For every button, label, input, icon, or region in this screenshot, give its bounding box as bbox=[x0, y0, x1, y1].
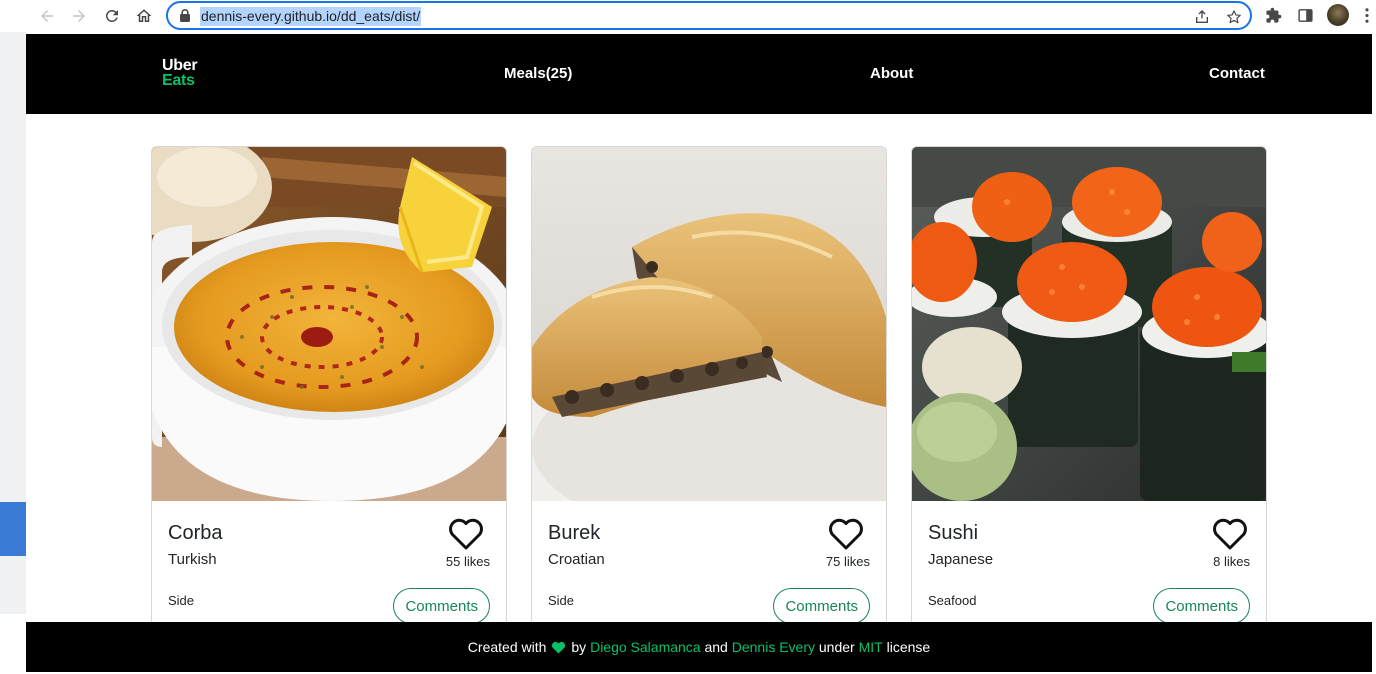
meal-origin: Croatian bbox=[548, 551, 605, 568]
home-icon[interactable] bbox=[132, 4, 156, 28]
comments-button[interactable]: Comments bbox=[1153, 588, 1250, 624]
address-bar[interactable]: dennis-every.github.io/dd_eats/dist/ bbox=[166, 1, 1252, 30]
site-header: Uber Eats Meals(25) About Contact bbox=[26, 34, 1372, 114]
lock-icon[interactable] bbox=[178, 8, 192, 23]
reload-icon[interactable] bbox=[100, 4, 124, 28]
meal-image-corba bbox=[152, 147, 506, 501]
meal-category: Seafood bbox=[928, 593, 977, 608]
meal-title: Sushi bbox=[928, 522, 979, 544]
meal-title: Burek bbox=[548, 522, 601, 544]
footer-license-link[interactable]: MIT bbox=[859, 639, 883, 655]
likes-count: 55 likes bbox=[445, 554, 490, 569]
side-panel-tab[interactable] bbox=[0, 502, 26, 556]
comments-button[interactable]: Comments bbox=[393, 588, 490, 624]
nav-meals-link[interactable]: Meals(25) bbox=[504, 65, 572, 82]
footer-author-dennis-link[interactable]: Dennis Every bbox=[732, 639, 815, 655]
logo-uber-text: Uber bbox=[162, 57, 198, 74]
url-text[interactable]: dennis-every.github.io/dd_eats/dist/ bbox=[200, 7, 422, 26]
side-panel-icon[interactable] bbox=[1294, 4, 1316, 26]
uber-eats-logo[interactable]: Uber Eats bbox=[162, 57, 198, 89]
footer-under: under bbox=[818, 639, 855, 655]
comments-button[interactable]: Comments bbox=[773, 588, 870, 624]
footer-author-diego-link[interactable]: Diego Salamanca bbox=[590, 639, 701, 655]
nav-contact-link[interactable]: Contact bbox=[1209, 65, 1265, 82]
profile-avatar[interactable] bbox=[1327, 4, 1349, 26]
likes-count: 8 likes bbox=[1213, 554, 1250, 569]
logo-eats-text: Eats bbox=[162, 72, 195, 89]
meal-image-sushi bbox=[912, 147, 1266, 501]
likes-count: 75 likes bbox=[825, 554, 870, 569]
menu-dots-icon[interactable] bbox=[1358, 4, 1376, 26]
heart-outline-icon[interactable] bbox=[1212, 517, 1248, 551]
meal-category: Side bbox=[168, 593, 195, 608]
back-arrow-icon[interactable] bbox=[35, 4, 59, 28]
meal-card: Sushi Japanese Seafood 8 likes Comments bbox=[911, 146, 1267, 646]
footer-created-with: Created with bbox=[467, 639, 547, 655]
meal-origin: Japanese bbox=[928, 551, 994, 568]
meal-image-burek bbox=[532, 147, 886, 501]
nav-about-link[interactable]: About bbox=[870, 65, 913, 82]
meal-card: Burek Croatian Side 75 likes Comments bbox=[531, 146, 887, 646]
heart-outline-icon[interactable] bbox=[828, 517, 864, 551]
meal-card: Corba Turkish Side 55 likes Comments bbox=[151, 146, 507, 646]
footer-by: by bbox=[571, 639, 587, 655]
heart-outline-icon[interactable] bbox=[448, 517, 484, 551]
share-icon[interactable] bbox=[1192, 7, 1212, 27]
extensions-icon[interactable] bbox=[1262, 4, 1284, 26]
footer-license: license bbox=[886, 639, 931, 655]
footer-and: and bbox=[704, 639, 728, 655]
browser-toolbar: dennis-every.github.io/dd_eats/dist/ bbox=[0, 0, 1376, 32]
meal-origin: Turkish bbox=[168, 551, 217, 568]
meal-title: Corba bbox=[168, 522, 223, 544]
star-icon[interactable] bbox=[1224, 7, 1244, 27]
meal-category: Side bbox=[548, 593, 575, 608]
forward-arrow-icon[interactable] bbox=[67, 4, 91, 28]
site-footer: Created with by Diego Salamanca and Denn… bbox=[26, 622, 1372, 672]
heart-filled-icon bbox=[552, 641, 566, 654]
